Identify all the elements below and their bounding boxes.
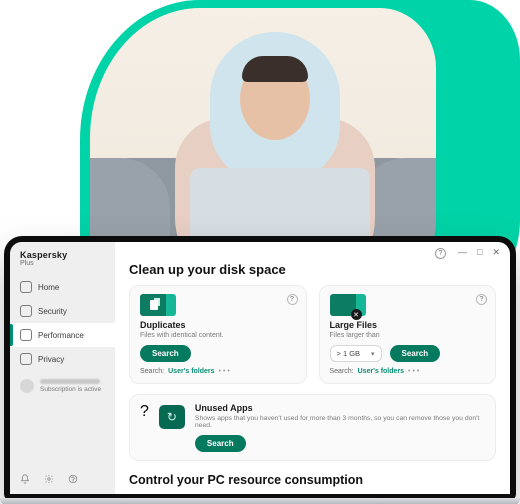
- brand-plan: Plus: [20, 260, 105, 267]
- sidebar: Kaspersky Plus Home Security Performance: [10, 242, 115, 494]
- scope-row: Search: User's folders •••: [330, 368, 486, 375]
- chevron-down-icon: ▾: [371, 350, 375, 358]
- support-icon[interactable]: [68, 474, 78, 484]
- scope-link[interactable]: User's folders: [168, 368, 214, 375]
- laptop-frame: Kaspersky Plus Home Security Performance: [4, 236, 516, 500]
- home-icon: [20, 281, 32, 293]
- scope-row: Search: User's folders •••: [140, 368, 296, 375]
- large-files-icon: [330, 294, 356, 316]
- help-icon[interactable]: ?: [140, 403, 149, 421]
- search-button[interactable]: Search: [390, 345, 441, 362]
- brand-wordmark: Kaspersky: [20, 250, 105, 260]
- unused-apps-icon: [159, 405, 185, 429]
- more-icon[interactable]: •••: [219, 368, 232, 375]
- app-window: Kaspersky Plus Home Security Performance: [10, 242, 510, 494]
- laptop-base: [0, 498, 520, 504]
- gear-icon[interactable]: [44, 474, 54, 484]
- profile-block[interactable]: Subscription is active: [10, 373, 115, 399]
- window-maximize[interactable]: □: [477, 248, 482, 257]
- help-icon[interactable]: ?: [476, 294, 487, 305]
- window-minimize[interactable]: —: [458, 248, 467, 257]
- help-icon[interactable]: ?: [287, 294, 298, 305]
- profile-status: Subscription is active: [40, 386, 101, 393]
- card-unused-apps: ? Unused Apps Shows apps that you haven'…: [129, 394, 496, 461]
- search-button[interactable]: Search: [195, 435, 246, 452]
- gauge-icon: [20, 329, 32, 341]
- select-value: > 1 GB: [337, 349, 361, 358]
- shield-icon: [20, 305, 32, 317]
- window-controls: — □ ✕: [458, 248, 500, 257]
- sidebar-item-label: Privacy: [38, 355, 64, 364]
- profile-name-blurred: [40, 379, 100, 384]
- main-panel: ? — □ ✕ Clean up your disk space ? Dupli…: [115, 242, 510, 494]
- size-threshold-select[interactable]: > 1 GB ▾: [330, 345, 382, 362]
- scope-label: Search:: [140, 368, 164, 375]
- card-subtitle: Shows apps that you haven't used for mor…: [195, 415, 485, 429]
- scope-label: Search:: [330, 368, 354, 375]
- card-duplicates: ? Duplicates Files with identical conten…: [129, 285, 307, 384]
- card-subtitle: Files larger than: [330, 332, 486, 339]
- sidebar-item-label: Security: [38, 307, 67, 316]
- more-icon[interactable]: •••: [408, 368, 421, 375]
- card-title: Large Files: [330, 320, 486, 330]
- search-button[interactable]: Search: [140, 345, 191, 362]
- card-title: Unused Apps: [195, 403, 485, 413]
- scope-link[interactable]: User's folders: [358, 368, 404, 375]
- sidebar-item-privacy[interactable]: Privacy: [10, 347, 115, 371]
- lock-icon: [20, 353, 32, 365]
- sidebar-bottom-icons: [10, 470, 115, 490]
- section-heading-cleanup: Clean up your disk space: [129, 262, 496, 277]
- sidebar-item-label: Performance: [38, 331, 84, 340]
- brand-block: Kaspersky Plus: [10, 250, 115, 275]
- bell-icon[interactable]: [20, 474, 30, 484]
- sidebar-item-home[interactable]: Home: [10, 275, 115, 299]
- duplicates-icon: [140, 294, 166, 316]
- sidebar-item-label: Home: [38, 283, 59, 292]
- card-subtitle: Files with identical content.: [140, 332, 296, 339]
- window-help-button[interactable]: ?: [435, 248, 446, 259]
- card-title: Duplicates: [140, 320, 296, 330]
- sidebar-item-security[interactable]: Security: [10, 299, 115, 323]
- window-close[interactable]: ✕: [492, 248, 500, 257]
- sidebar-item-performance[interactable]: Performance: [10, 323, 115, 347]
- section-heading-resources: Control your PC resource consumption: [129, 473, 496, 487]
- avatar: [20, 379, 34, 393]
- card-large-files: ? Large Files Files larger than > 1 GB ▾…: [319, 285, 497, 384]
